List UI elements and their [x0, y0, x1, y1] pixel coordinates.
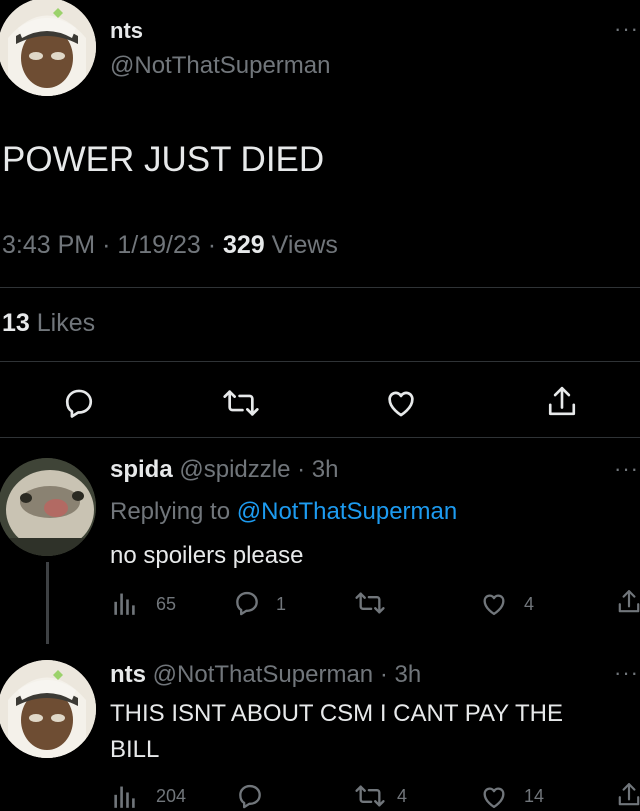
more-options-icon[interactable]: ···	[614, 660, 639, 686]
likes-summary[interactable]: 13 Likes	[2, 309, 95, 338]
reply2-retweets-count: 4	[397, 786, 408, 806]
divider	[0, 361, 640, 362]
reply1-display-name[interactable]: spida	[110, 456, 173, 483]
reply1-text: no spoilers please	[110, 542, 304, 569]
reply1-likes-count: 4	[524, 594, 535, 614]
likes-count: 13	[2, 309, 30, 337]
reply1-replying-to: Replying to @NotThatSuperman	[110, 498, 457, 526]
share-icon[interactable]	[616, 780, 640, 810]
reply1-handle[interactable]: @spidzzle	[179, 456, 290, 483]
retweet-icon[interactable]	[354, 589, 386, 617]
retweet-icon[interactable]	[354, 782, 386, 810]
divider	[0, 287, 640, 288]
main-display-name[interactable]: nts	[110, 18, 143, 44]
tweet-date[interactable]: 1/19/23	[117, 231, 200, 259]
tweet-time[interactable]: 3:43 PM	[2, 231, 95, 259]
main-tweet-text: POWER JUST DIED	[2, 140, 325, 179]
reply2-header: nts @NotThatSuperman · 3h	[110, 661, 421, 689]
reply2-likes-count: 14	[524, 786, 545, 806]
reply1-views-count: 65	[156, 594, 177, 614]
reply2-text-line1: THIS ISNT ABOUT CSM I CANT PAY THE	[110, 700, 563, 727]
main-handle[interactable]: @NotThatSuperman	[110, 52, 330, 80]
reply-icon[interactable]	[236, 782, 264, 810]
more-options-icon[interactable]: ···	[614, 456, 639, 482]
reply1-header: spida @spidzzle · 3h	[110, 456, 338, 484]
views-icon[interactable]	[113, 783, 137, 809]
like-icon[interactable]	[384, 386, 418, 420]
views-count: 329	[223, 231, 265, 259]
meta-dot: ·	[207, 231, 217, 259]
reply2-display-name[interactable]: nts	[110, 661, 146, 688]
reply2-text-line2: BILL	[110, 736, 160, 763]
reply2-handle[interactable]: @NotThatSuperman	[153, 661, 373, 688]
avatar-main[interactable]	[0, 0, 96, 96]
replying-to-label: Replying to	[110, 498, 231, 525]
reply-icon[interactable]	[62, 386, 96, 420]
reply2-time[interactable]: · 3h	[380, 661, 421, 688]
share-icon[interactable]	[616, 587, 640, 617]
views-label: Views	[271, 231, 338, 259]
share-icon[interactable]	[545, 384, 579, 420]
like-icon[interactable]	[480, 590, 508, 618]
reply2-views-count: 204	[156, 786, 187, 806]
divider	[0, 437, 640, 438]
avatar-reply2[interactable]	[0, 660, 96, 758]
reply1-replies-count: 1	[276, 594, 287, 614]
meta-dot: ·	[102, 231, 111, 259]
avatar-reply1[interactable]	[0, 458, 96, 556]
replying-to-handle[interactable]: @NotThatSuperman	[237, 498, 457, 525]
thread-line	[46, 562, 49, 644]
retweet-icon[interactable]	[222, 386, 260, 420]
views-icon[interactable]	[113, 590, 137, 616]
reply1-time[interactable]: · 3h	[297, 456, 338, 483]
likes-label: Likes	[36, 309, 96, 337]
tweet-meta: 3:43 PM · 1/19/23 · 329 Views	[2, 231, 338, 260]
reply-icon[interactable]	[233, 589, 261, 617]
more-options-icon[interactable]: ···	[614, 16, 639, 42]
